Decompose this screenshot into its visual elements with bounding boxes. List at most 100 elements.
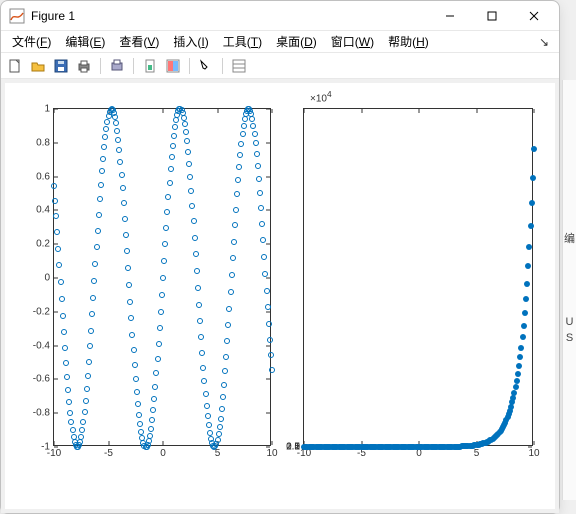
data-marker [87, 343, 93, 349]
menu-view[interactable]: 查看(V) [112, 31, 166, 53]
data-marker [511, 390, 517, 396]
data-marker [186, 161, 192, 167]
data-marker [225, 322, 231, 328]
data-marker [80, 419, 86, 425]
data-marker [255, 163, 261, 169]
open-button[interactable] [28, 56, 48, 76]
data-marker [188, 188, 194, 194]
side-item[interactable]: S [563, 332, 576, 344]
data-marker [55, 246, 61, 252]
axes-left[interactable]: -1-0.8-0.6-0.4-0.200.20.40.60.81-10-5051… [53, 108, 271, 446]
data-marker [60, 313, 66, 319]
data-marker [206, 422, 212, 428]
menu-tools[interactable]: 工具(T) [216, 31, 269, 53]
data-marker [61, 329, 67, 335]
data-marker [85, 373, 91, 379]
data-marker [89, 311, 95, 317]
data-marker [222, 368, 228, 374]
x-tick-label: -5 [104, 445, 113, 459]
data-marker [518, 345, 524, 351]
data-marker [148, 426, 154, 432]
data-marker [187, 174, 193, 180]
data-marker [83, 398, 89, 404]
data-marker [137, 421, 143, 427]
data-marker [150, 407, 156, 413]
menu-insert[interactable]: 插入(I) [166, 31, 215, 53]
data-marker [228, 289, 234, 295]
data-marker [220, 394, 226, 400]
minimize-button[interactable] [429, 2, 471, 30]
x-tick-label: 0 [160, 445, 166, 459]
save-button[interactable] [51, 56, 71, 76]
data-marker [91, 278, 97, 284]
toolbar-separator [189, 58, 190, 74]
new-figure-button[interactable] [5, 56, 25, 76]
data-marker [218, 416, 224, 422]
data-marker [268, 352, 274, 358]
data-marker [515, 371, 521, 377]
y-tick-label: 0.8 [36, 137, 54, 148]
y-tick-label: 0 [44, 273, 54, 284]
menu-help[interactable]: 帮助(H) [381, 31, 436, 53]
data-marker [125, 265, 131, 271]
data-marker [101, 144, 107, 150]
menu-file[interactable]: 文件(F) [5, 31, 58, 53]
data-marker [529, 200, 535, 206]
menu-edit[interactable]: 编辑(E) [58, 31, 112, 53]
menu-desktop[interactable]: 桌面(D) [269, 31, 324, 53]
print-button[interactable] [74, 56, 94, 76]
insert-colorbar-button[interactable] [163, 56, 183, 76]
data-marker [204, 403, 210, 409]
side-item[interactable]: 编 [563, 230, 576, 246]
edit-plot-button[interactable] [196, 56, 216, 76]
data-marker [135, 401, 141, 407]
side-item[interactable]: U [563, 316, 576, 328]
axes-right[interactable]: 00.511.522.5-10-50510 [303, 108, 533, 446]
data-marker [259, 221, 265, 227]
data-marker [58, 279, 64, 285]
data-marker [122, 216, 128, 222]
data-marker [67, 410, 73, 416]
data-marker [520, 334, 526, 340]
maximize-button[interactable] [471, 2, 513, 30]
data-marker [131, 347, 137, 353]
data-marker [215, 437, 221, 443]
data-marker [200, 365, 206, 371]
data-marker [240, 131, 246, 137]
print-preview-button[interactable] [107, 56, 127, 76]
data-marker [199, 350, 205, 356]
data-marker [84, 386, 90, 392]
data-marker [133, 376, 139, 382]
data-marker [241, 123, 247, 129]
matlab-figure-icon [9, 8, 25, 24]
property-inspector-button[interactable] [229, 56, 249, 76]
data-marker [191, 218, 197, 224]
menu-bar: 文件(F) 编辑(E) 查看(V) 插入(I) 工具(T) 桌面(D) 窗口(W… [1, 31, 559, 53]
data-marker [162, 241, 168, 247]
data-marker [261, 254, 267, 260]
data-marker [252, 131, 258, 137]
menu-overflow-icon[interactable]: ↘ [533, 35, 555, 49]
menu-window[interactable]: 窗口(W) [324, 31, 381, 53]
data-marker [99, 168, 105, 174]
y-tick-label: 0.6 [36, 171, 54, 182]
data-marker [86, 359, 92, 365]
data-marker [185, 149, 191, 155]
data-marker [95, 228, 101, 234]
data-marker [266, 321, 272, 327]
data-marker [159, 292, 165, 298]
data-marker [151, 396, 157, 402]
data-marker [120, 185, 126, 191]
data-marker [262, 271, 268, 277]
data-marker [525, 263, 531, 269]
data-marker [158, 309, 164, 315]
close-button[interactable] [513, 2, 555, 30]
data-marker [257, 190, 263, 196]
data-marker [124, 248, 130, 254]
link-plot-button[interactable] [140, 56, 160, 76]
data-marker [265, 304, 271, 310]
data-marker [264, 288, 270, 294]
data-marker [156, 341, 162, 347]
data-marker [115, 137, 121, 143]
data-marker [90, 295, 96, 301]
